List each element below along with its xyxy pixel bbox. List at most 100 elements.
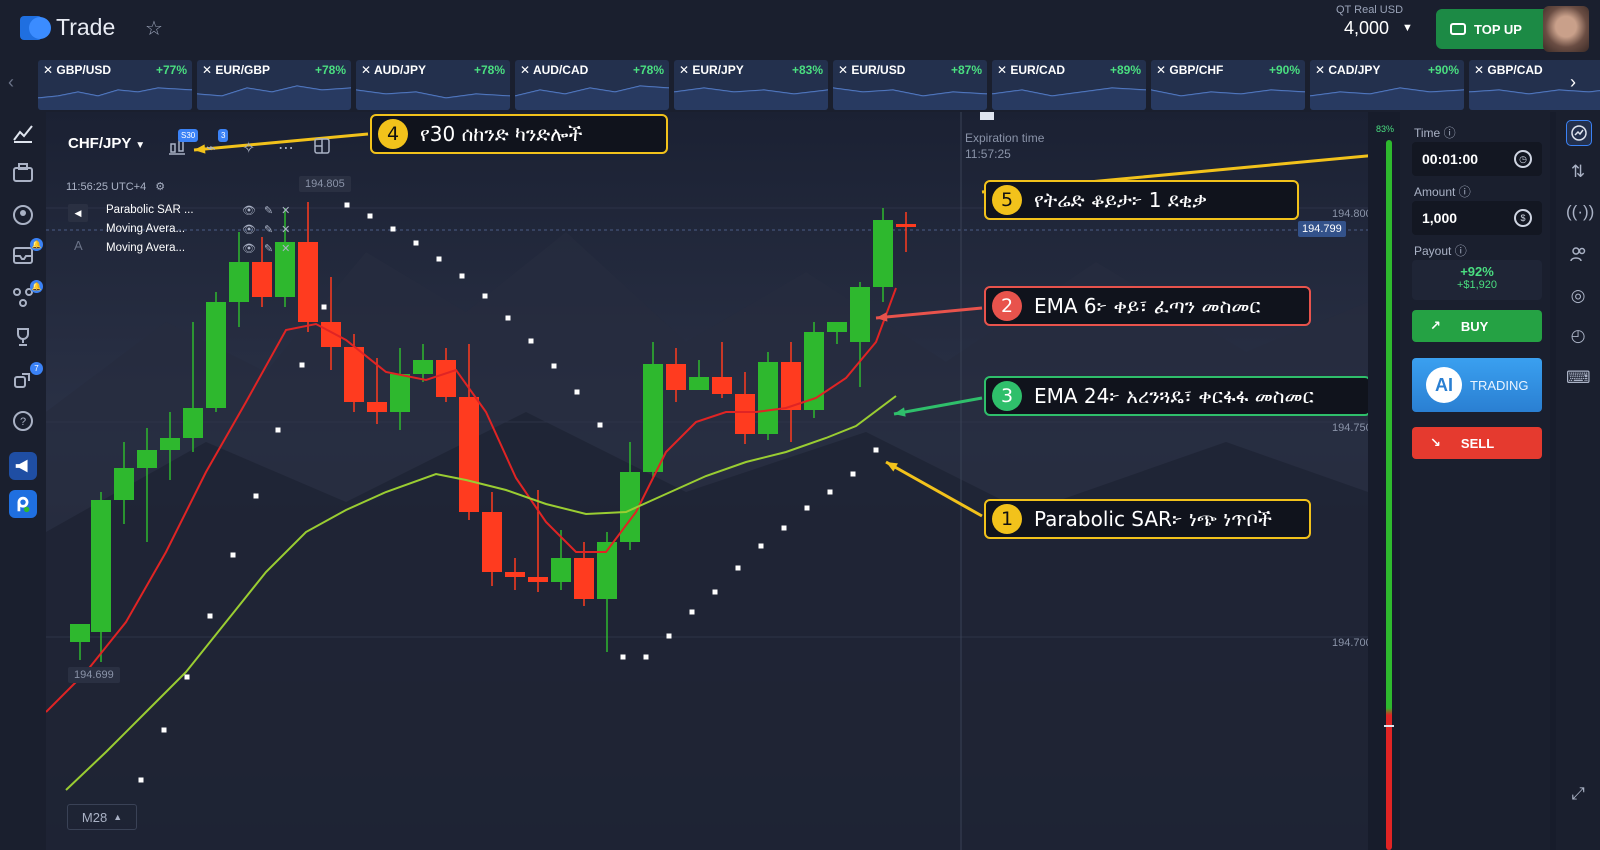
- dollar-icon[interactable]: $: [1514, 209, 1532, 227]
- callout-arrow: [875, 306, 983, 320]
- help-icon[interactable]: ?: [12, 410, 34, 432]
- asset-selector[interactable]: CHF/JPY ▼: [68, 135, 145, 152]
- bear-candle: [482, 512, 502, 572]
- share-badge: 7: [30, 362, 43, 375]
- callout-text: የትሬድ ቆይታ፦ 1 ደቂቃ: [1034, 188, 1207, 212]
- swap-icon[interactable]: ⇅: [1566, 160, 1590, 184]
- pair-payout: +78%: [632, 63, 664, 77]
- notification-badge: 🔔: [30, 238, 43, 251]
- pair-sparkline: [197, 85, 351, 110]
- people-icon[interactable]: [1566, 242, 1590, 266]
- pair-tile[interactable]: ✕ EUR/JPY +83%: [674, 60, 828, 110]
- clock-icon[interactable]: ◷: [1514, 150, 1532, 168]
- buy-button[interactable]: ↗ BUY: [1412, 310, 1542, 342]
- logo-text: Trade: [56, 14, 116, 40]
- bear-candle: [436, 360, 456, 397]
- indicators-icon[interactable]: ⌁: [206, 138, 216, 158]
- pair-sparkline: [38, 87, 192, 110]
- indicator-actions[interactable]: 👁✎✕: [242, 242, 298, 255]
- chart-area[interactable]: CHF/JPY ▼ S30 ⌁ 3 ✧ ⋯ 11:56:25 UTC+4 ⚙ ◀…: [46, 112, 1368, 850]
- sell-button[interactable]: ↘ SELL: [1412, 427, 1542, 459]
- server-time: 11:56:25 UTC+4 ⚙: [66, 180, 165, 193]
- pair-tile[interactable]: ✕ GBP/CHF +90%: [1151, 60, 1305, 110]
- pair-tile[interactable]: ✕ GBP/USD +77%: [38, 60, 192, 110]
- top-up-button[interactable]: TOP UP: [1436, 9, 1560, 49]
- price-axis-label: 194.750: [1332, 422, 1368, 434]
- gear-icon[interactable]: ⚙: [155, 181, 165, 193]
- briefcase-icon[interactable]: [12, 162, 34, 184]
- left-sidebar: 🔔 🔔 7 ?: [0, 112, 46, 850]
- payout-percent: +92%: [1460, 264, 1494, 279]
- callout-number: 3: [992, 381, 1022, 411]
- chevron-right-icon[interactable]: ›: [1570, 72, 1576, 93]
- pair-tile[interactable]: ✕ AUD/JPY +78%: [356, 60, 510, 110]
- bear-candle: [574, 558, 594, 599]
- chevron-left-icon[interactable]: ‹: [8, 72, 14, 93]
- time-value[interactable]: 00:01:00: [1422, 151, 1478, 167]
- trophy-icon[interactable]: [12, 326, 34, 348]
- time-field[interactable]: 00:01:00 ◷: [1412, 142, 1542, 176]
- signal-icon[interactable]: ((·)): [1566, 200, 1594, 224]
- high-price-tag: 194.805: [299, 176, 351, 192]
- pair-tile[interactable]: ✕ AUD/CAD +78%: [515, 60, 669, 110]
- pair-sparkline: [833, 87, 987, 110]
- drawing-icon[interactable]: ✧: [242, 138, 255, 158]
- parabolic-sar-dot: [413, 240, 419, 246]
- account-type-label[interactable]: QT Real USD: [1336, 4, 1403, 16]
- callout-number: 2: [992, 291, 1022, 321]
- indicator-label: Parabolic SAR ...: [106, 204, 194, 216]
- history-icon[interactable]: ◴: [1566, 324, 1590, 348]
- chart-icon[interactable]: [12, 122, 34, 144]
- indicator-row[interactable]: Parabolic SAR ... 👁✎✕: [106, 204, 290, 222]
- amount-value[interactable]: 1,000: [1422, 210, 1457, 226]
- pair-tile[interactable]: ✕ CAD/JPY +90%: [1310, 60, 1464, 110]
- pair-payout: +89%: [1109, 63, 1141, 77]
- chevron-down-icon[interactable]: ▼: [1402, 22, 1413, 34]
- star-icon[interactable]: ☆: [145, 16, 163, 41]
- target-icon[interactable]: ◎: [1566, 284, 1590, 308]
- parabolic-sar-dot: [620, 654, 626, 660]
- app-icon[interactable]: [9, 490, 37, 518]
- parabolic-sar-dot: [643, 654, 649, 660]
- keyboard-icon[interactable]: ⌨: [1566, 366, 1591, 390]
- low-price-tag: 194.699: [68, 667, 120, 683]
- indicator-row[interactable]: Moving Avera... 👁✎✕: [106, 242, 290, 260]
- collapse-indicators-icon[interactable]: ◀: [68, 204, 88, 222]
- ai-trading-button[interactable]: AI TRADING: [1412, 358, 1542, 412]
- amount-field[interactable]: 1,000 $: [1412, 201, 1542, 235]
- bear-candle: [367, 402, 387, 412]
- time-label: Time ⓘ: [1414, 126, 1456, 140]
- parabolic-sar-dot: [551, 363, 557, 369]
- bull-candle: [413, 360, 433, 374]
- pair-tile[interactable]: ✕ EUR/CAD +89%: [992, 60, 1146, 110]
- indicator-actions[interactable]: 👁✎✕: [242, 204, 298, 217]
- pair-payout: +87%: [950, 63, 982, 77]
- user-icon[interactable]: [12, 204, 34, 226]
- bear-candle: [712, 377, 732, 394]
- callout-text: Parabolic SAR፦ ነጭ ነጥቦች: [1034, 507, 1273, 531]
- parabolic-sar-dot: [436, 256, 442, 262]
- callout-parabolic-sar: 1 Parabolic SAR፦ ነጭ ነጥቦች: [984, 499, 1311, 539]
- timeframe-selector[interactable]: M28 ▲: [67, 804, 137, 830]
- bull-candle: [390, 374, 410, 412]
- layout-icon[interactable]: [314, 138, 330, 159]
- bear-candle: [528, 577, 548, 582]
- avatar[interactable]: [1543, 6, 1589, 52]
- pair-payout: +90%: [1427, 63, 1459, 77]
- indicator-row[interactable]: Moving Avera... 👁✎✕: [106, 223, 290, 241]
- right-sidebar: ⇅ ((·)) ◎ ◴ ⌨ ⤢: [1556, 112, 1600, 850]
- fullscreen-icon[interactable]: ⤢: [1566, 782, 1590, 806]
- bear-candle: [252, 262, 272, 297]
- bull-candle: [689, 377, 709, 390]
- top-up-label: TOP UP: [1474, 21, 1522, 37]
- pair-tile[interactable]: ✕ GBP/CAD: [1469, 60, 1600, 110]
- bull-candle: [70, 624, 90, 642]
- trade-chart-icon[interactable]: [1566, 120, 1592, 146]
- more-icon[interactable]: ⋯: [278, 138, 294, 158]
- account-balance[interactable]: 4,000: [1344, 18, 1389, 39]
- pair-tile[interactable]: ✕ EUR/GBP +78%: [197, 60, 351, 110]
- megaphone-icon[interactable]: [9, 452, 37, 480]
- pair-tile[interactable]: ✕ EUR/USD +87%: [833, 60, 987, 110]
- indicator-label: Moving Avera...: [106, 223, 186, 235]
- indicator-actions[interactable]: 👁✎✕: [242, 223, 298, 236]
